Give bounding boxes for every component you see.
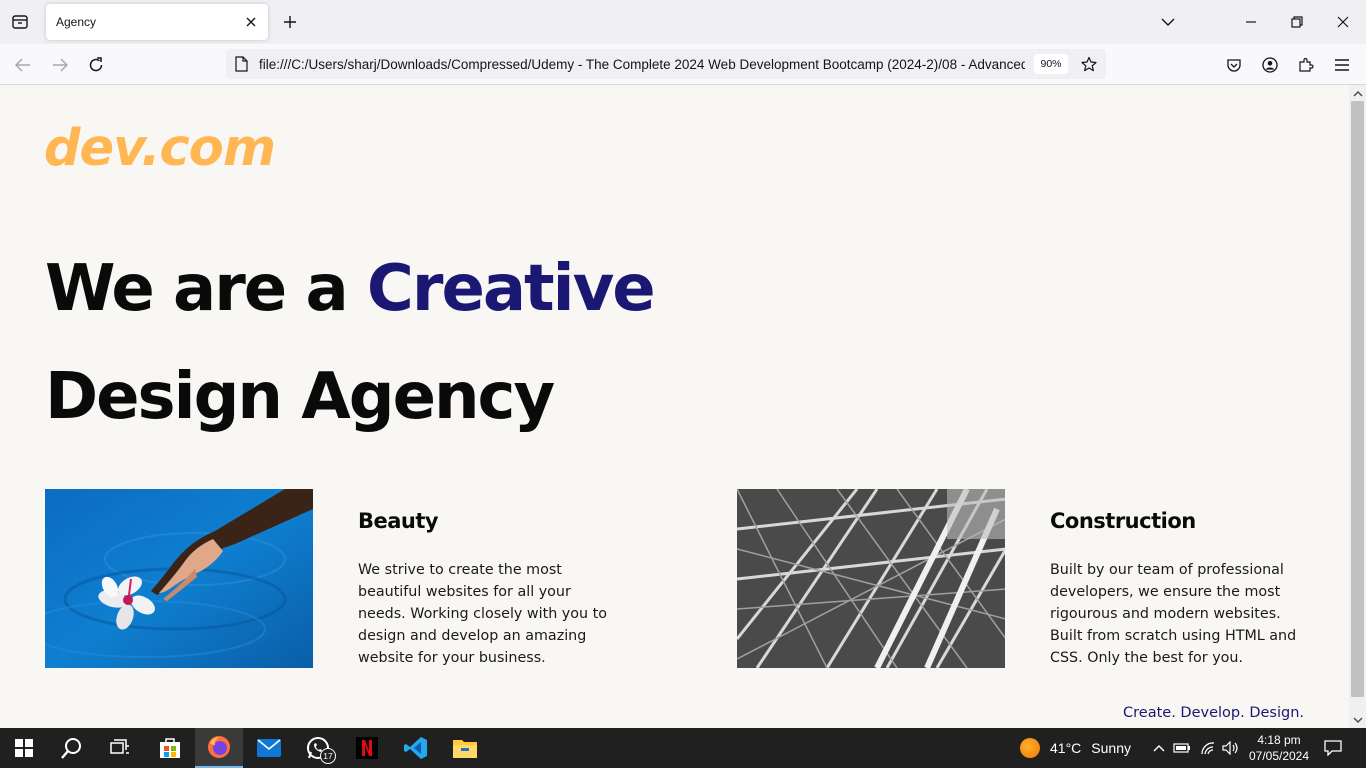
whatsapp-icon[interactable]: 17: [294, 728, 342, 768]
sun-icon: [1020, 738, 1040, 758]
microsoft-store-icon[interactable]: [146, 728, 194, 768]
pocket-icon[interactable]: [1221, 52, 1247, 78]
minimize-icon[interactable]: [1239, 10, 1263, 34]
address-bar[interactable]: file:///C:/Users/sharj/Downloads/Compres…: [226, 49, 1106, 79]
tray-expand-icon[interactable]: [1149, 738, 1169, 758]
feature-title-construction: Construction: [1050, 509, 1196, 533]
vertical-scrollbar[interactable]: [1349, 85, 1366, 728]
page-icon: [234, 56, 248, 72]
tab-strip: Agency: [0, 0, 1366, 44]
page-viewport: dev.com We are a Creative Design Agency: [0, 85, 1349, 728]
mail-icon[interactable]: [245, 728, 293, 768]
vscode-icon[interactable]: [392, 728, 440, 768]
weather-temperature: 41°C: [1050, 740, 1082, 756]
beauty-image: [45, 489, 313, 668]
netflix-icon[interactable]: [343, 728, 391, 768]
battery-icon[interactable]: [1172, 738, 1192, 758]
file-explorer-icon[interactable]: [441, 728, 489, 768]
scroll-thumb[interactable]: [1351, 101, 1364, 697]
url-text[interactable]: file:///C:/Users/sharj/Downloads/Compres…: [259, 57, 1025, 72]
wifi-icon[interactable]: [1198, 738, 1218, 758]
bookmark-star-icon[interactable]: [1078, 53, 1100, 75]
construction-image: [737, 489, 1005, 668]
new-tab-icon[interactable]: [280, 12, 300, 32]
site-logo[interactable]: dev.com: [44, 119, 276, 178]
back-icon[interactable]: [10, 52, 36, 78]
close-tab-icon[interactable]: [242, 13, 260, 31]
reload-icon[interactable]: [83, 52, 109, 78]
extensions-icon[interactable]: [1293, 52, 1319, 78]
list-all-tabs-icon[interactable]: [1156, 10, 1180, 34]
active-tab[interactable]: Agency: [46, 4, 268, 40]
hero-text-accent: Creative: [366, 252, 656, 326]
clock-time: 4:18 pm: [1257, 733, 1301, 747]
task-view-icon[interactable]: [96, 728, 144, 768]
hero-line-1: We are a Creative: [45, 235, 656, 343]
firefox-icon[interactable]: [195, 728, 243, 768]
menu-icon[interactable]: [1329, 52, 1355, 78]
footer-tagline: Create. Develop. Design.: [1123, 705, 1304, 721]
scroll-up-icon[interactable]: [1352, 88, 1363, 99]
hero-line-2: Design Agency: [45, 360, 555, 434]
account-icon[interactable]: [1257, 52, 1283, 78]
restore-icon[interactable]: [1285, 10, 1309, 34]
feature-text-construction: Built by our team of professional develo…: [1050, 562, 1297, 666]
whatsapp-badge: 17: [320, 748, 336, 764]
windows-taskbar: 17 41°C Sunny 4:18 pm 07/05/2024: [0, 728, 1366, 768]
zoom-level-badge[interactable]: 90%: [1034, 54, 1068, 74]
feature-text-beauty: We strive to create the most beautiful w…: [358, 562, 607, 666]
notifications-icon[interactable]: [1323, 738, 1343, 758]
navigation-toolbar: file:///C:/Users/sharj/Downloads/Compres…: [0, 44, 1366, 85]
volume-icon[interactable]: [1221, 738, 1241, 758]
windows-start-icon[interactable]: [0, 728, 48, 768]
close-window-icon[interactable]: [1331, 10, 1355, 34]
search-icon[interactable]: [48, 728, 96, 768]
clock-date: 07/05/2024: [1248, 749, 1310, 763]
hero-text-plain: We are a: [45, 252, 367, 326]
scroll-down-icon[interactable]: [1352, 714, 1363, 725]
system-clock[interactable]: 4:18 pm 07/05/2024: [1245, 732, 1313, 764]
forward-icon[interactable]: [47, 52, 73, 78]
hero-heading: We are a Creative Design Agency: [45, 235, 656, 451]
weather-condition: Sunny: [1091, 740, 1131, 756]
tab-list-icon[interactable]: [8, 10, 32, 34]
weather-widget[interactable]: 41°C Sunny: [1020, 728, 1131, 768]
tab-title: Agency: [56, 15, 97, 29]
feature-title-beauty: Beauty: [358, 509, 439, 533]
